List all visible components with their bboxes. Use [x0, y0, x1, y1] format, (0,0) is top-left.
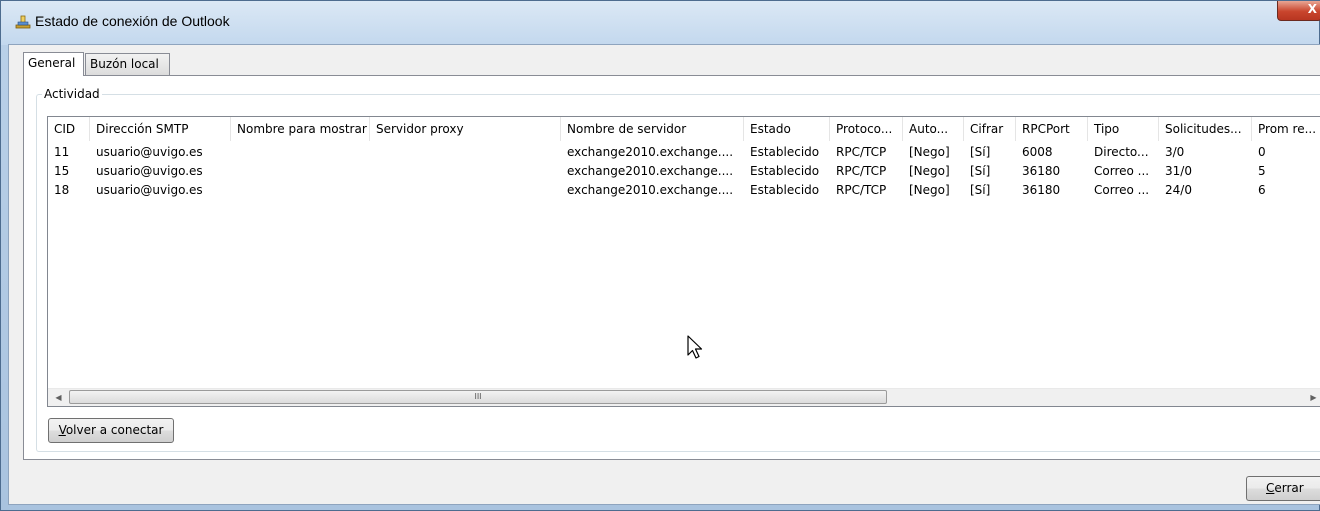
table-cell: [Sí] — [970, 164, 991, 178]
table-cell — [231, 181, 370, 200]
table-cell: usuario@uvigo.es — [96, 183, 203, 197]
close-label: errar — [1274, 481, 1304, 495]
table-cell: [Nego] — [909, 183, 950, 197]
column-header-solicitudes[interactable]: Solicitudes... — [1159, 117, 1252, 141]
table-cell — [231, 162, 370, 181]
mouse-pointer-icon — [687, 335, 703, 359]
column-header-cifrar[interactable]: Cifrar — [964, 117, 1016, 141]
table-cell: [Sí] — [970, 183, 991, 197]
table-cell: Directo... — [1094, 145, 1149, 159]
table-cell: 11 — [54, 145, 70, 159]
outlook-connection-icon — [15, 15, 31, 29]
dialog-client-area: General Buzón local Actividad CID Direcci… — [8, 44, 1320, 505]
reconnect-mnemonic: V — [58, 423, 66, 437]
table-cell: 36180 — [1022, 183, 1061, 197]
column-header-nombre-de-servidor[interactable]: Nombre de servidor — [561, 117, 744, 141]
close-window-button[interactable]: X — [1277, 1, 1320, 21]
dialog-window: Estado de conexión de Outlook X General … — [0, 0, 1320, 511]
table-cell: 15 — [54, 164, 70, 178]
table-cell: 31/0 — [1165, 164, 1192, 178]
column-header-rpcport[interactable]: RPCPort — [1016, 117, 1088, 141]
table-cell: Establecido — [750, 183, 820, 197]
column-header-servidor-proxy[interactable]: Servidor proxy — [370, 117, 561, 141]
table-cell: Establecido — [750, 145, 820, 159]
table-cell: [Nego] — [909, 145, 950, 159]
table-cell: 6008 — [1022, 145, 1053, 159]
table-row[interactable]: 15 usuario@uvigo.es exchange2010.exchange.… — [48, 162, 1320, 181]
column-header-auto[interactable]: Auto... — [903, 117, 964, 141]
column-header-direccion-smtp[interactable]: Dirección SMTP — [90, 117, 231, 141]
window-title: Estado de conexión de Outlook — [35, 13, 230, 29]
table-cell: usuario@uvigo.es — [96, 164, 203, 178]
table-cell: Correo ... — [1094, 183, 1150, 197]
table-cell: [Sí] — [970, 145, 991, 159]
reconnect-label: olver a conectar — [65, 423, 164, 437]
table-cell — [231, 143, 370, 162]
table-cell: exchange2010.exchange.... — [567, 164, 734, 178]
column-header-protoco[interactable]: Protoco... — [830, 117, 903, 141]
table-cell: 5 — [1258, 164, 1266, 178]
table-cell: 3/0 — [1165, 145, 1185, 159]
tab-panel-general: Actividad CID Dirección SMTP Nombre para m… — [23, 75, 1320, 460]
table-cell: RPC/TCP — [836, 183, 887, 197]
table-cell: [Nego] — [909, 164, 950, 178]
connections-list[interactable]: CID Dirección SMTP Nombre para mostrar Serv… — [47, 116, 1320, 407]
column-header-tipo[interactable]: Tipo — [1088, 117, 1159, 141]
scroll-right-icon[interactable]: ▶ — [1305, 389, 1320, 406]
table-cell: exchange2010.exchange.... — [567, 183, 734, 197]
table-cell: RPC/TCP — [836, 164, 887, 178]
table-cell: exchange2010.exchange.... — [567, 145, 734, 159]
column-header-prom-re[interactable]: Prom re... — [1252, 117, 1320, 141]
scroll-left-icon[interactable]: ◀ — [50, 389, 67, 406]
table-cell — [370, 143, 561, 162]
table-cell — [370, 181, 561, 200]
table-cell: usuario@uvigo.es — [96, 145, 203, 159]
table-cell: 24/0 — [1165, 183, 1192, 197]
table-cell: Correo ... — [1094, 164, 1150, 178]
table-cell: 6 — [1258, 183, 1266, 197]
table-cell: Establecido — [750, 164, 820, 178]
column-header-nombre-para-mostrar[interactable]: Nombre para mostrar — [231, 117, 370, 141]
table-cell: RPC/TCP — [836, 145, 887, 159]
tab-buzon-local[interactable]: Buzón local — [85, 53, 170, 75]
table-row[interactable]: 18 usuario@uvigo.es exchange2010.exchange.… — [48, 181, 1320, 200]
table-cell: 18 — [54, 183, 70, 197]
close-button[interactable]: Cerrar — [1246, 476, 1320, 501]
title-bar[interactable]: Estado de conexión de Outlook X — [1, 1, 1320, 45]
table-cell: 36180 — [1022, 164, 1061, 178]
tab-general[interactable]: General — [23, 52, 84, 76]
scrollbar-thumb[interactable]: III — [69, 390, 887, 404]
reconnect-button[interactable]: Volver a conectar — [48, 418, 174, 443]
table-cell: 0 — [1258, 145, 1266, 159]
column-header-estado[interactable]: Estado — [744, 117, 830, 141]
column-header-cid[interactable]: CID — [48, 117, 90, 141]
horizontal-scrollbar[interactable]: ◀ III ▶ — [48, 388, 1320, 406]
table-row[interactable]: 11 usuario@uvigo.es exchange2010.exchange.… — [48, 143, 1320, 162]
list-header: CID Dirección SMTP Nombre para mostrar Serv… — [48, 117, 1320, 141]
table-cell — [370, 162, 561, 181]
activity-group-label: Actividad — [42, 87, 102, 101]
